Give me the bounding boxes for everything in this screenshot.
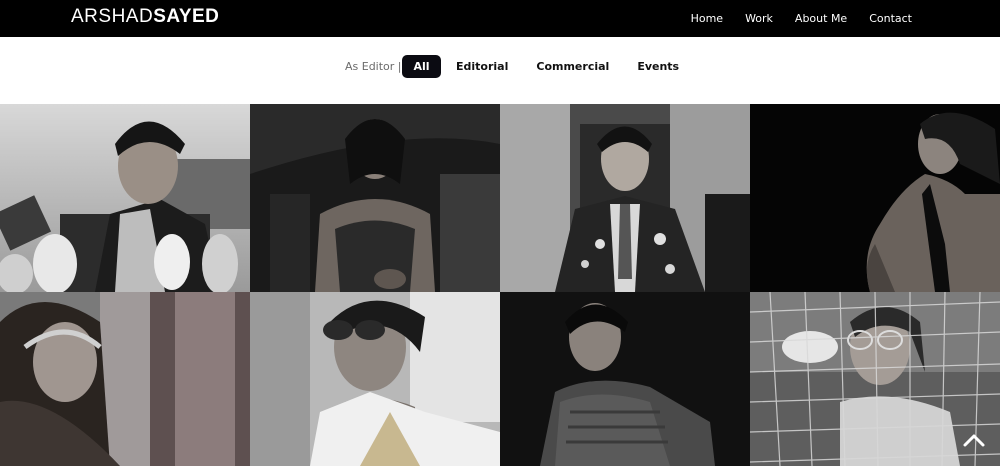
site-logo[interactable]: ARSHADSAYED: [71, 6, 219, 28]
profile-portrait-image: [750, 104, 1000, 292]
filter-options: All Editorial Commercial Events: [402, 55, 679, 78]
gallery-tile-dark-corridor[interactable]: [250, 104, 500, 292]
sunglasses-portrait-image: [250, 292, 500, 466]
press-portrait-image: [0, 104, 250, 292]
portfolio-gallery: [0, 104, 1000, 466]
headband-portrait-image: [0, 292, 250, 466]
dark-corridor-image: [250, 104, 500, 292]
scroll-to-top-button[interactable]: [962, 430, 986, 450]
nav-contact[interactable]: Contact: [869, 12, 912, 25]
gallery-tile-sunglasses-portrait[interactable]: [250, 292, 500, 466]
filter-all[interactable]: All: [402, 55, 441, 78]
gallery-tile-sweater-portrait[interactable]: [500, 292, 750, 466]
filter-editorial[interactable]: Editorial: [456, 55, 508, 78]
filter-events[interactable]: Events: [637, 55, 679, 78]
main-nav: Home Work About Me Contact: [691, 0, 912, 37]
filter-bar: As Editor | All Editorial Commercial Eve…: [0, 37, 1000, 104]
gallery-tile-profile-portrait[interactable]: [750, 104, 1000, 292]
nav-about-me[interactable]: About Me: [795, 12, 847, 25]
gallery-tile-headband-portrait[interactable]: [0, 292, 250, 466]
gallery-tile-suit-portrait[interactable]: [500, 104, 750, 292]
header-bar: ARSHADSAYED Home Work About Me Contact: [0, 0, 1000, 37]
logo-bold-text: SAYED: [153, 6, 220, 27]
gallery-tile-press-portrait[interactable]: [0, 104, 250, 292]
filter-label: As Editor |: [345, 60, 402, 73]
nav-home[interactable]: Home: [691, 12, 723, 25]
chevron-up-icon: [963, 434, 985, 447]
nav-work[interactable]: Work: [745, 12, 773, 25]
filter-commercial[interactable]: Commercial: [536, 55, 609, 78]
suit-portrait-image: [500, 104, 750, 292]
logo-light-text: ARSHAD: [71, 6, 154, 27]
sweater-portrait-image: [500, 292, 750, 466]
